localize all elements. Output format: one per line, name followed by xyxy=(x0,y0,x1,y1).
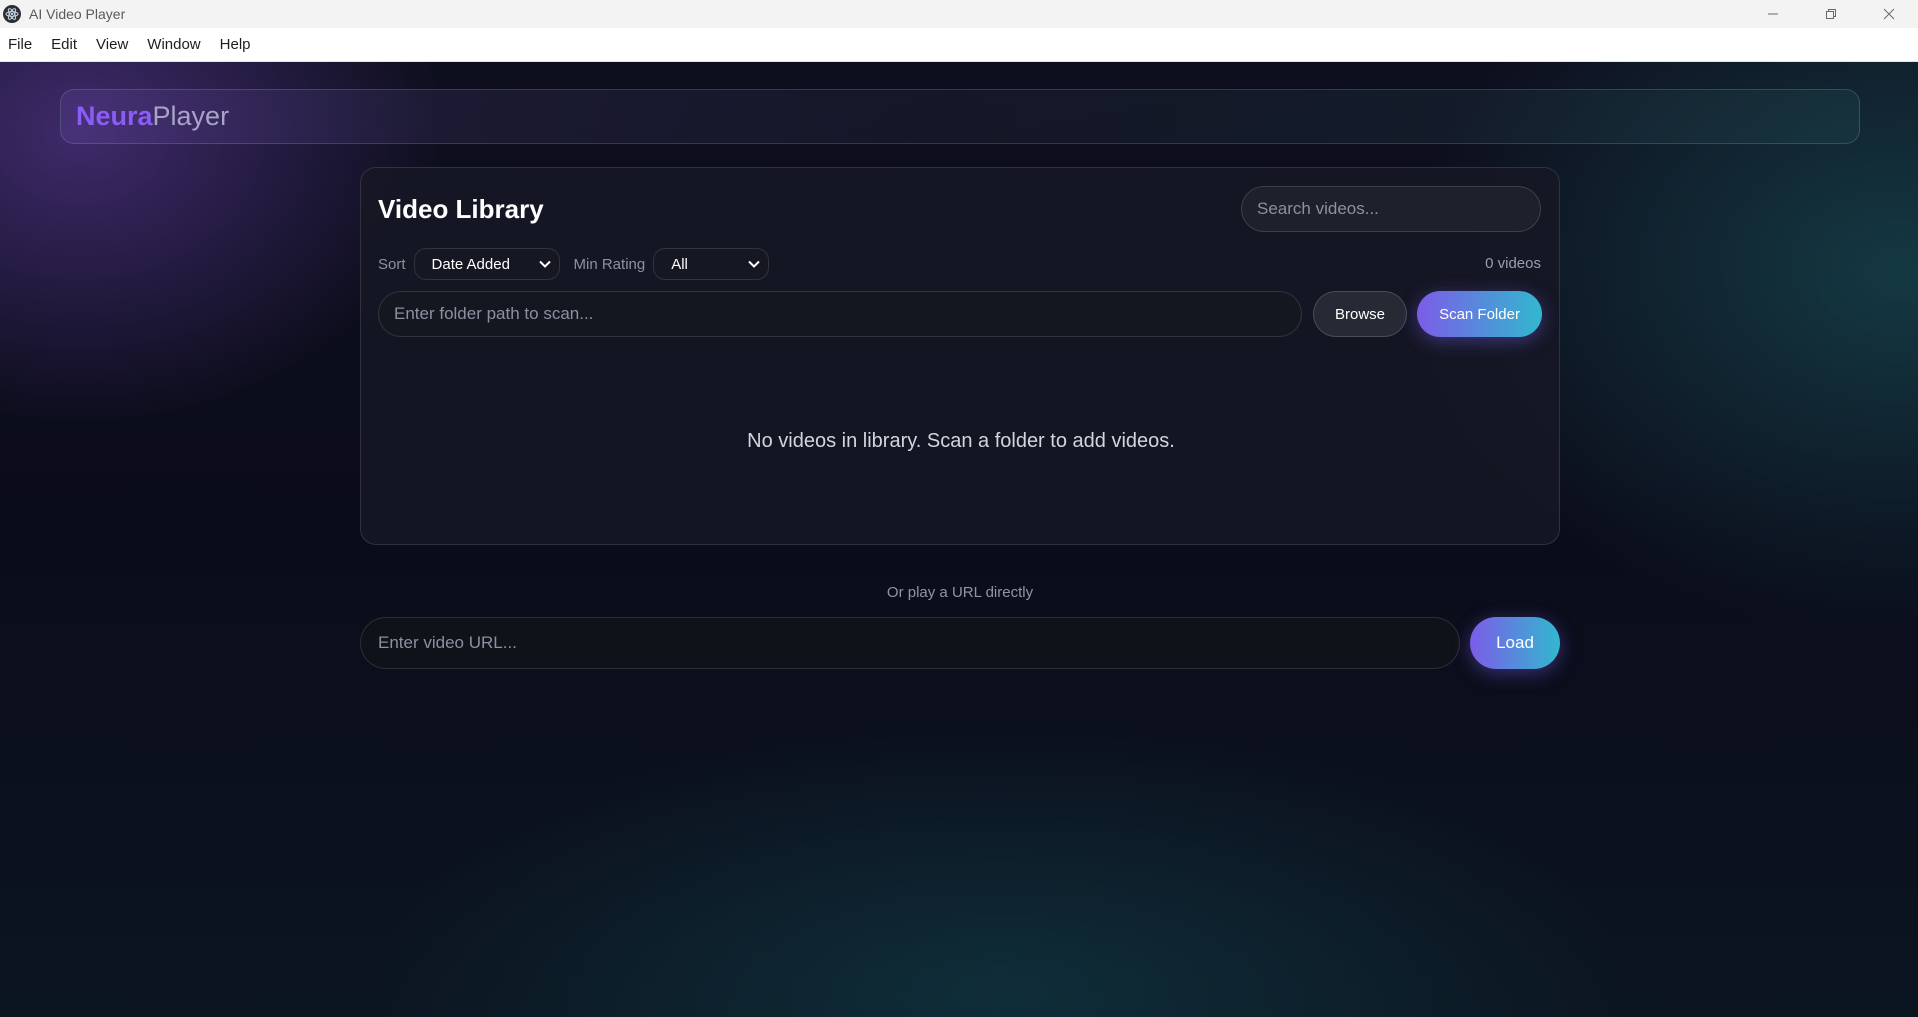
library-title: Video Library xyxy=(378,194,544,224)
restore-button[interactable] xyxy=(1802,0,1860,28)
search-input[interactable] xyxy=(1241,186,1541,232)
close-icon xyxy=(1883,8,1895,20)
menu-file[interactable]: File xyxy=(2,28,38,62)
empty-library-message: No videos in library. Scan a folder to a… xyxy=(747,430,1175,452)
menu-bar: File Edit View Window Help xyxy=(0,28,1918,62)
restore-icon xyxy=(1826,9,1836,19)
window-titlebar: AI Video Player xyxy=(0,0,1918,28)
brand-secondary: Player xyxy=(152,101,230,131)
browse-button[interactable]: Browse xyxy=(1313,291,1407,337)
scan-folder-button[interactable]: Scan Folder xyxy=(1417,291,1542,337)
load-button[interactable]: Load xyxy=(1470,617,1560,669)
sort-label: Sort xyxy=(378,255,406,273)
menu-edit[interactable]: Edit xyxy=(45,28,83,62)
chevron-down-icon xyxy=(748,260,760,268)
url-section-label: Or play a URL directly xyxy=(886,584,1034,601)
video-library-panel: Video Library Sort Date Added Min Rating… xyxy=(360,167,1560,545)
menu-view[interactable]: View xyxy=(90,28,134,62)
minimize-icon xyxy=(1768,13,1778,15)
sort-select-value: Date Added xyxy=(431,255,510,273)
minimize-button[interactable] xyxy=(1744,0,1802,28)
menu-help[interactable]: Help xyxy=(214,28,257,62)
brand-primary: Neura xyxy=(76,101,153,131)
min-rating-label: Min Rating xyxy=(573,255,646,273)
video-count: 0 videos xyxy=(1485,255,1541,272)
chevron-down-icon xyxy=(538,260,551,268)
folder-path-input[interactable] xyxy=(378,291,1302,337)
app-icon xyxy=(3,5,21,23)
app-header: Neura Player xyxy=(60,89,1860,144)
sort-select[interactable]: Date Added xyxy=(413,248,560,280)
close-button[interactable] xyxy=(1860,0,1918,28)
menu-window[interactable]: Window xyxy=(141,28,206,62)
library-filters: Sort Date Added Min Rating All xyxy=(378,248,770,280)
window-controls xyxy=(1744,0,1918,28)
min-rating-select-value: All xyxy=(671,255,688,273)
window-title: AI Video Player xyxy=(29,6,126,22)
min-rating-select[interactable]: All xyxy=(653,248,770,280)
app-canvas: NeuraPlayer Video Library Sort Date Adde… xyxy=(0,62,1918,1017)
video-url-input[interactable] xyxy=(360,617,1460,669)
